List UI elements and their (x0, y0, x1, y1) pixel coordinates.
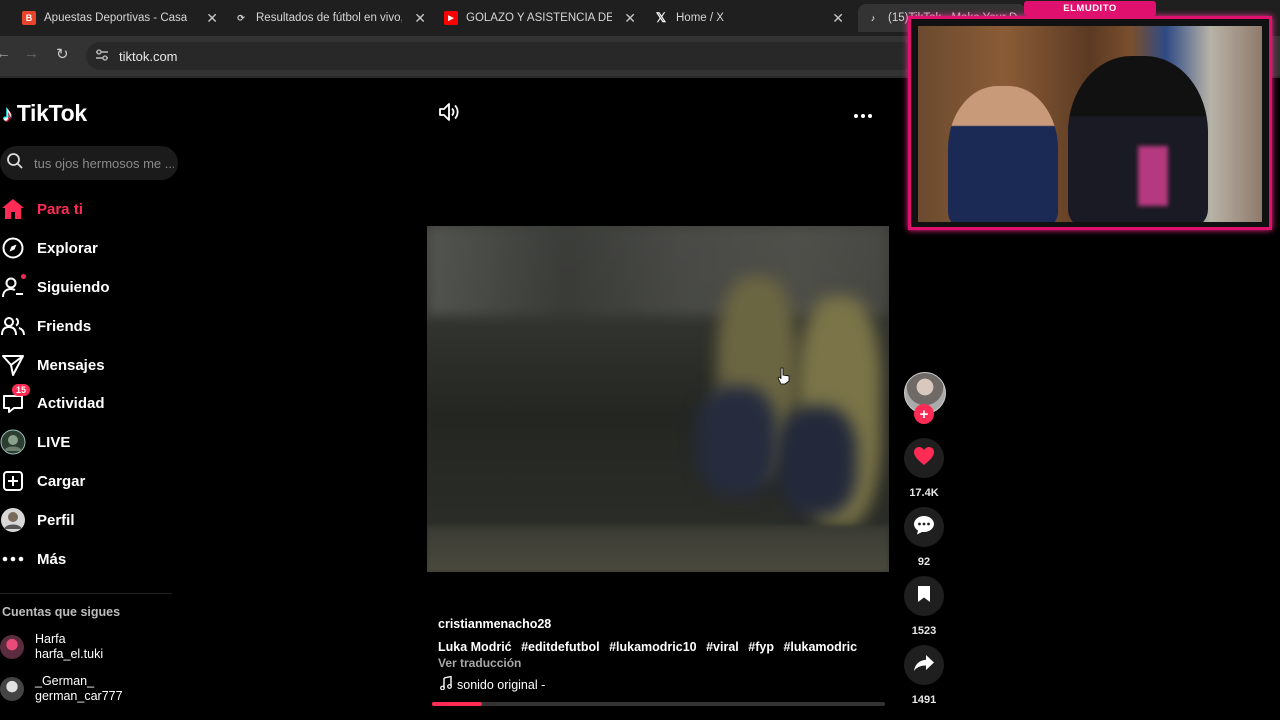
close-tab-icon[interactable]: ✕ (414, 10, 426, 27)
more-options-icon[interactable] (853, 102, 873, 125)
x-favicon: 𝕏 (655, 10, 667, 25)
bookmark-icon (916, 585, 932, 608)
mouse-cursor-icon (777, 367, 791, 390)
betting-favicon: B (22, 11, 36, 25)
tiktok-favicon: ♪ (870, 13, 876, 23)
hashtag-link[interactable]: #editdefutbol (521, 640, 599, 654)
share-button[interactable] (904, 645, 944, 685)
browser-tab[interactable]: ▶ GOLAZO Y ASISTENCIA DE LAM ✕ (444, 4, 636, 32)
url-text[interactable]: tiktok.com (119, 49, 178, 64)
send-icon (0, 352, 26, 378)
site-info-icon[interactable] (95, 49, 109, 64)
hashtag-link[interactable]: #fyp (748, 640, 774, 654)
sidebar-item-cargar[interactable]: Cargar (0, 466, 85, 496)
tiktok-note-icon: ♪ (2, 100, 13, 126)
following-account[interactable]: _German_ german_car777 (0, 674, 123, 704)
comment-count: 92 (917, 556, 931, 568)
share-icon (913, 654, 935, 677)
streamer-label: ELMUDITO (1024, 1, 1156, 16)
video-description: Luka Modrić #editdefutbol #lukamodric10 … (438, 640, 858, 654)
upload-icon (0, 468, 26, 494)
flashscore-favicon: ⟳ (237, 12, 245, 23)
close-tab-icon[interactable]: ✕ (624, 10, 636, 27)
sidebar-item-mensajes[interactable]: Mensajes (0, 350, 105, 380)
translate-link[interactable]: Ver traducción (438, 656, 521, 670)
url-box[interactable] (86, 42, 916, 70)
live-icon (0, 429, 26, 455)
save-button[interactable] (904, 576, 944, 616)
browser-tab[interactable]: B Apuestas Deportivas - Casa de ✕ (22, 4, 218, 32)
activity-badge: 15 (12, 384, 31, 396)
progress-fill (432, 702, 482, 706)
youtube-favicon: ▶ (444, 11, 458, 25)
comment-icon (913, 515, 935, 540)
sidebar-item-actividad[interactable]: 15 Actividad (0, 384, 105, 418)
search-icon[interactable] (6, 152, 24, 175)
webcam-overlay (908, 16, 1272, 230)
save-count: 1523 (911, 625, 937, 637)
close-tab-icon[interactable]: ✕ (832, 10, 844, 27)
like-button[interactable] (904, 438, 944, 478)
like-count: 17.4K (909, 487, 939, 499)
avatar (0, 635, 24, 659)
sidebar-item-live[interactable]: LIVE (0, 427, 70, 457)
following-account[interactable]: Harfa harfa_el.tuki (0, 632, 103, 662)
compass-icon (0, 235, 26, 261)
search-input[interactable] (32, 154, 176, 172)
profile-icon (0, 507, 26, 533)
comment-button[interactable] (904, 507, 944, 547)
hashtag-link[interactable]: #viral (706, 640, 739, 654)
heart-icon (913, 446, 935, 471)
divider (0, 593, 172, 594)
close-tab-icon[interactable]: ✕ (206, 10, 218, 27)
share-count: 1491 (911, 694, 937, 706)
notification-dot (21, 274, 26, 279)
following-icon (0, 274, 26, 300)
more-icon (0, 546, 26, 572)
reload-icon[interactable]: ↻ (56, 45, 69, 63)
forward-icon[interactable]: → (24, 45, 39, 62)
sidebar-item-para-ti[interactable]: Para ti (0, 194, 83, 224)
inbox-icon: 15 (0, 384, 31, 416)
sound-link[interactable]: sonido original - (440, 675, 545, 693)
sidebar-item-perfil[interactable]: Perfil (0, 505, 75, 535)
sidebar-item-explorar[interactable]: Explorar (0, 233, 98, 263)
follow-plus-icon[interactable]: + (914, 404, 934, 424)
sidebar-item-mas[interactable]: Más (0, 544, 66, 574)
video-progress-bar[interactable] (432, 702, 885, 706)
tiktok-logo[interactable]: ♪ TikTok (2, 100, 87, 127)
browser-tab[interactable]: ⟳ Resultados de fútbol en vivo, M ✕ (234, 4, 426, 32)
avatar (0, 677, 24, 701)
friends-icon (0, 313, 26, 339)
music-note-icon (440, 675, 452, 693)
search-box[interactable] (0, 146, 178, 180)
hashtag-link[interactable]: #lukamodric (783, 640, 857, 654)
sidebar-item-siguiendo[interactable]: Siguiendo (0, 272, 110, 302)
following-header: Cuentas que sigues (2, 605, 121, 619)
webcam-feed (918, 26, 1262, 222)
video-player[interactable] (427, 226, 889, 572)
home-icon (0, 196, 26, 222)
sidebar-item-friends[interactable]: Friends (0, 311, 91, 341)
video-username[interactable]: cristianmenacho28 (438, 617, 551, 631)
browser-tab[interactable]: 𝕏 Home / X ✕ (654, 4, 844, 32)
hashtag-link[interactable]: #lukamodric10 (609, 640, 697, 654)
volume-icon[interactable] (438, 102, 460, 127)
back-icon[interactable]: ← (0, 45, 11, 62)
